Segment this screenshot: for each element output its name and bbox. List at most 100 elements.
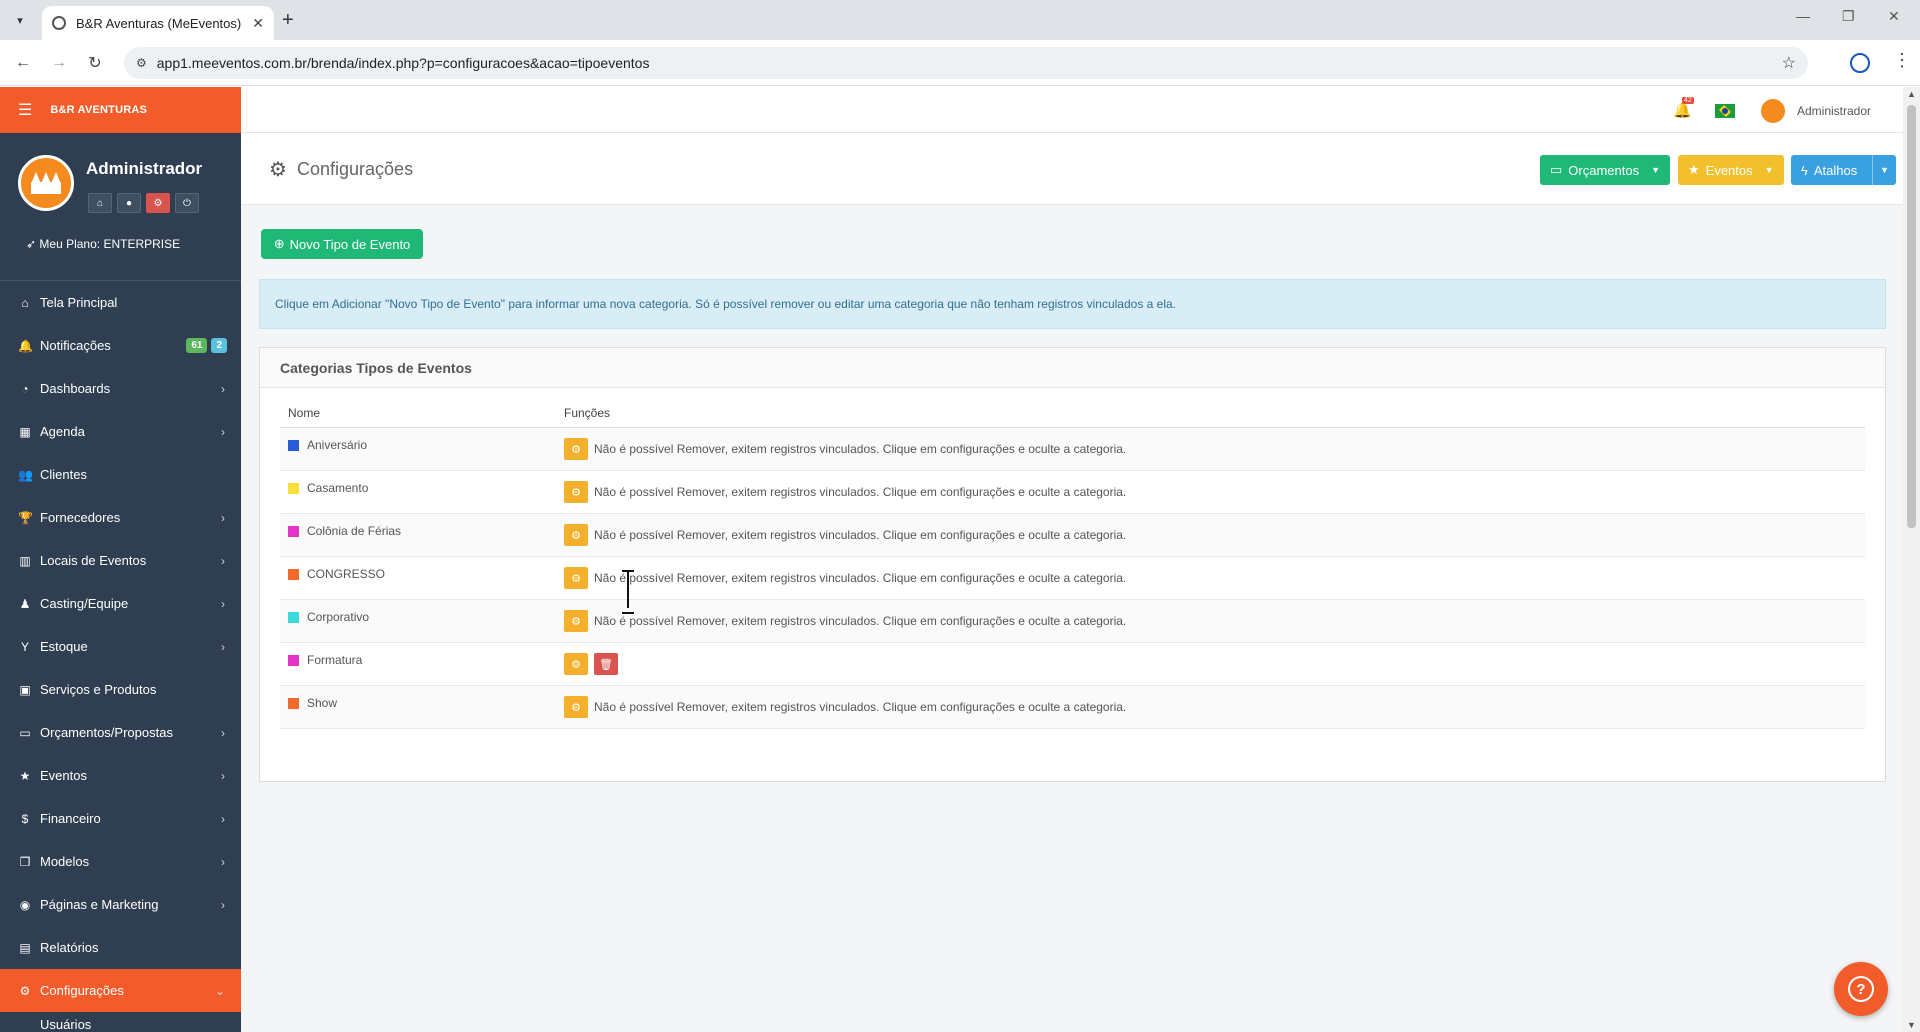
functions-cell: ⚙ Não é possível Remover, exitem registro…	[564, 524, 1126, 546]
edit-settings-button[interactable]: ⚙	[564, 524, 588, 546]
tab-title: B&R Aventuras (MeEventos)	[76, 15, 242, 31]
menu-toggle-icon[interactable]: ☰	[18, 100, 32, 120]
sidebar-item[interactable]: ▤ Relatórios	[0, 926, 241, 969]
help-button[interactable]: ?	[1834, 962, 1888, 1016]
laptop-icon: ▭	[19, 725, 31, 740]
chevron-right-icon: ›	[221, 381, 225, 396]
new-tab-icon[interactable]: +	[282, 8, 294, 32]
chevron-right-icon: ›	[221, 768, 225, 783]
sidebar-item[interactable]: ▦ Agenda ›	[0, 410, 241, 453]
sidebar-item[interactable]: 👥 Clientes	[0, 453, 241, 496]
page-header: ⚙ Configurações ▭ Orçamentos ▼ ★ Eventos…	[241, 133, 1903, 205]
sidebar-item-label: Notificações	[40, 338, 111, 353]
color-swatch	[288, 697, 299, 709]
home-icon[interactable]: ⌂	[88, 193, 112, 213]
reload-icon[interactable]: ↻	[82, 50, 108, 76]
sidebar-item[interactable]: ◔ Dashboards ›	[0, 367, 241, 410]
star-icon: ★	[1688, 162, 1700, 177]
edit-settings-button[interactable]: ⚙	[564, 567, 588, 589]
top-username[interactable]: Administrador	[1797, 104, 1871, 118]
glass-icon: Y	[20, 639, 29, 654]
caret-down-icon[interactable]: ▼	[1872, 155, 1896, 185]
scroll-up-icon[interactable]: ▲	[1907, 89, 1916, 99]
sidebar-item[interactable]: Y Estoque ›	[0, 625, 241, 668]
delete-button[interactable]: 🗑	[594, 653, 618, 675]
sidebar-item-label: Modelos	[40, 854, 90, 869]
chevron-right-icon: ›	[221, 596, 225, 611]
back-icon[interactable]: ←	[10, 50, 36, 76]
profile-icon[interactable]	[1850, 53, 1870, 73]
sidebar-item[interactable]: ▣ Serviços e Produtos	[0, 668, 241, 711]
edit-settings-button[interactable]: ⚙	[564, 696, 588, 718]
atalhos-button[interactable]: ϟ Atalhos ▼	[1791, 155, 1896, 185]
sidebar-item[interactable]: 🏆 Fornecedores ›	[0, 496, 241, 539]
minimize-icon[interactable]: —	[1796, 8, 1810, 24]
chevron-down-icon: ⌄	[214, 983, 225, 998]
tab-close-icon[interactable]: ✕	[252, 15, 264, 32]
edit-settings-button[interactable]: ⚙	[564, 653, 588, 675]
table-body: Aniversário ⚙ Não é possível Remover, exit…	[280, 428, 1865, 729]
sidebar-item[interactable]: $ Financeiro ›	[0, 797, 241, 840]
url-field[interactable]: ⚙ app1.meeventos.com.br/brenda/index.php…	[124, 47, 1808, 79]
sidebar-item-label: Financeiro	[40, 811, 101, 826]
notification-badges: 61 2	[182, 338, 227, 353]
color-swatch	[288, 568, 299, 580]
table-row: Show ⚙ Não é possível Remover, exitem regi…	[280, 686, 1865, 729]
avatar[interactable]	[1761, 99, 1785, 123]
functions-cell: ⚙ Não é possível Remover, exitem registro…	[564, 481, 1126, 503]
sidebar-item[interactable]: ♟ Casting/Equipe ›	[0, 582, 241, 625]
close-window-icon[interactable]: ✕	[1888, 8, 1900, 25]
sidebar-item[interactable]: ❐ Modelos ›	[0, 840, 241, 883]
edit-settings-button[interactable]: ⚙	[564, 610, 588, 632]
sidebar-item[interactable]: ◉ Páginas e Marketing ›	[0, 883, 241, 926]
scroll-thumb[interactable]	[1907, 105, 1916, 528]
sidebar-item[interactable]: ▭ Orçamentos/Propostas ›	[0, 711, 241, 754]
eventos-button[interactable]: ★ Eventos ▼	[1678, 155, 1784, 185]
copy-icon: ❐	[19, 854, 31, 869]
sidebar-subitem-usuarios[interactable]: Usuários	[0, 1012, 241, 1032]
forward-icon[interactable]: →	[46, 50, 72, 76]
eventos-label: Eventos	[1705, 162, 1753, 178]
functions-cell: ⚙ Não é possível Remover, exitem registro…	[564, 567, 1126, 589]
text-cursor-icon	[620, 570, 636, 614]
tab-list-dropdown-icon[interactable]: ▾	[8, 8, 32, 32]
scroll-down-icon[interactable]: ▼	[1907, 1020, 1916, 1030]
sidebar-item[interactable]: 🔔 Notificações 61 2	[0, 324, 241, 367]
atalhos-label: Atalhos	[1813, 162, 1858, 178]
browser-menu-icon[interactable]: ⋮	[1893, 50, 1911, 71]
edit-settings-button[interactable]: ⚙	[564, 438, 588, 460]
bookmark-star-icon[interactable]: ☆	[1782, 53, 1796, 73]
sidebar-item[interactable]: ★ Eventos ›	[0, 754, 241, 797]
brazil-flag-icon[interactable]	[1715, 104, 1735, 118]
color-swatch	[288, 439, 299, 451]
browser-address-bar: ← → ↻ ⚙ app1.meeventos.com.br/brenda/ind…	[0, 40, 1920, 86]
sidebar-item[interactable]: ⌂ Tela Principal	[0, 281, 241, 324]
site-info-icon[interactable]: ⚙	[136, 56, 147, 70]
sidebar-item[interactable]: ▥ Locais de Eventos ›	[0, 539, 241, 582]
sidebar-item[interactable]: ⚙ Configurações ⌄	[0, 969, 241, 1012]
orcamentos-button[interactable]: ▭ Orçamentos ▼	[1540, 155, 1670, 185]
chevron-right-icon: ›	[221, 424, 225, 439]
edit-settings-button[interactable]: ⚙	[564, 481, 588, 503]
browser-tab[interactable]: B&R Aventuras (MeEventos) ✕	[42, 6, 274, 40]
rocket-icon: ➶	[26, 237, 37, 251]
user-icon[interactable]: ●	[117, 193, 141, 213]
crown-icon	[31, 172, 61, 194]
color-swatch	[288, 611, 299, 623]
sidebar-item-label: Eventos	[40, 768, 87, 783]
main-content: 🔔 42 Administrador ⚙ Configurações ▭ Orç…	[241, 87, 1903, 1032]
page-scrollbar[interactable]: ▲ ▼	[1903, 87, 1920, 1032]
category-name-cell: Aniversário	[280, 438, 564, 452]
cannot-remove-message: Não é possível Remover, exitem registros…	[594, 485, 1127, 499]
dashboard-icon: ◔	[21, 381, 29, 396]
chart-icon: ▤	[19, 940, 31, 955]
sidebar-username: Administrador	[86, 159, 203, 178]
power-icon[interactable]: ⏻	[175, 193, 199, 213]
settings-icon[interactable]: ⚙	[146, 193, 170, 213]
new-event-type-button[interactable]: ⊕ Novo Tipo de Evento	[261, 229, 423, 259]
box-icon: ▣	[19, 682, 31, 697]
plan-label[interactable]: ➶ Meu Plano: ENTERPRISE	[26, 237, 180, 251]
orcamentos-label: Orçamentos	[1568, 162, 1640, 178]
bell-count-badge: 42	[1682, 97, 1694, 104]
restore-icon[interactable]: ❐	[1842, 8, 1855, 25]
